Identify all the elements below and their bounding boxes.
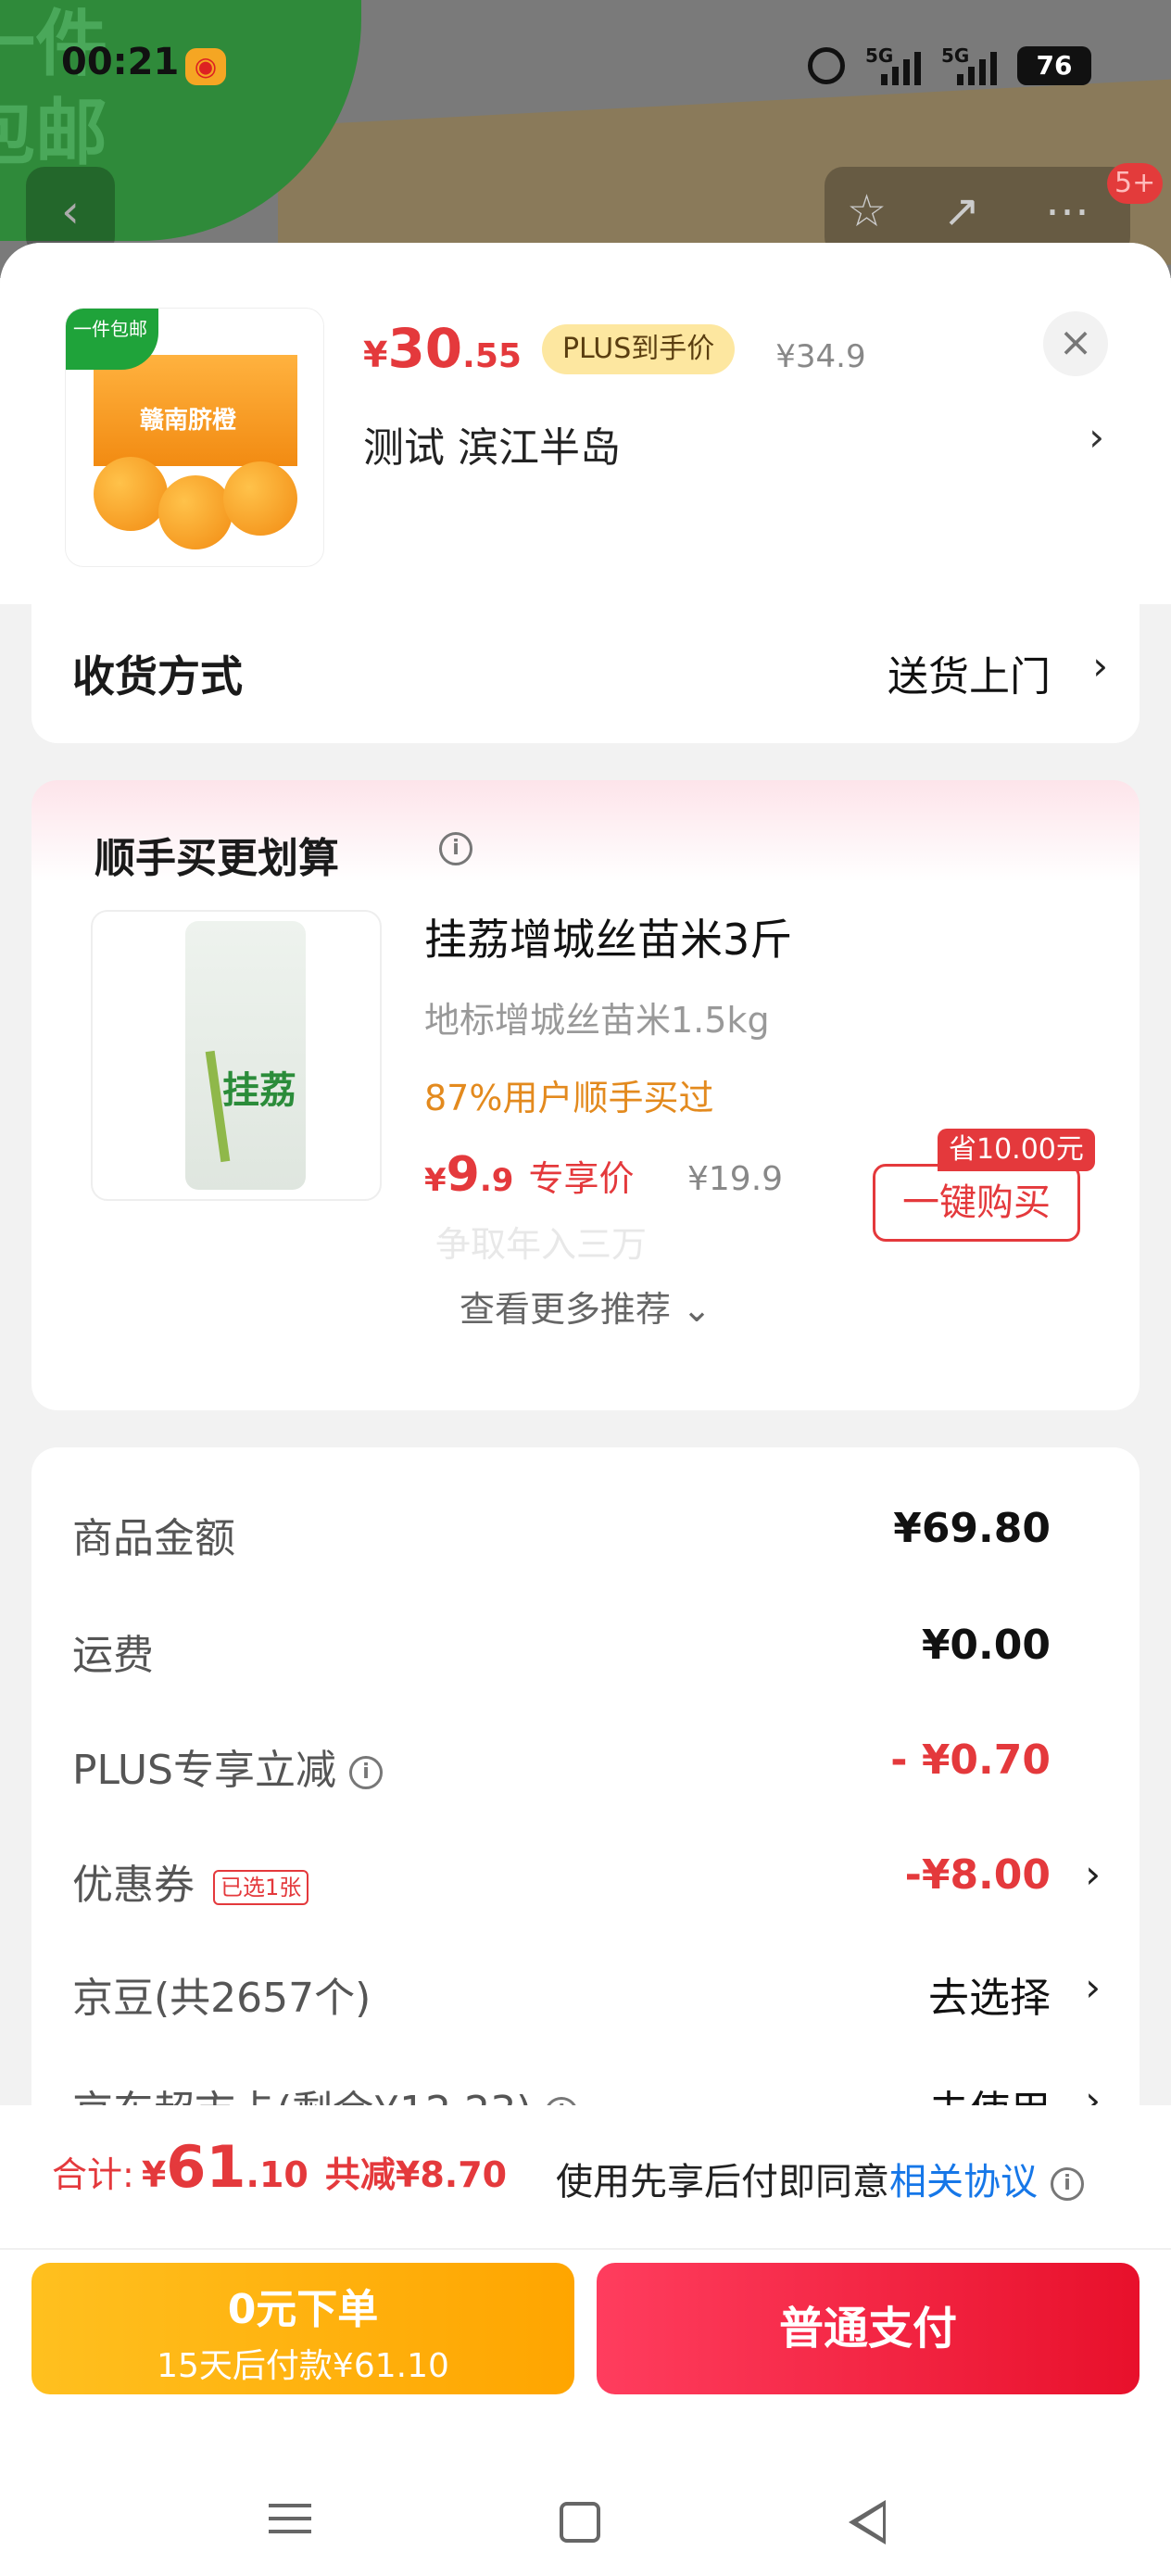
original-price: ¥34.9: [775, 338, 866, 375]
signal-icon-2: 5G: [941, 44, 997, 87]
close-button[interactable]: ×: [1043, 311, 1108, 376]
info-icon[interactable]: i: [1051, 2167, 1084, 2201]
status-icons: 5G 5G 76: [808, 43, 1091, 89]
system-nav-bar: [0, 2467, 1171, 2576]
addon-bought-text: 87%用户顺手买过: [424, 1078, 714, 1118]
address-row[interactable]: 测试 滨江半岛 ›: [363, 414, 1104, 472]
watermark-text: 争取年入三万: [435, 1224, 648, 1265]
addon-item-subtitle: 地标增城丝苗米1.5kg: [424, 1000, 770, 1041]
addon-price: ¥9.9 专享价: [424, 1147, 635, 1203]
orange-image: [158, 475, 233, 549]
status-bar: 00:21 ◉ 5G 5G 76: [0, 0, 1171, 139]
summary-row-coupon[interactable]: 优惠券 已选1张 -¥8.00 ›: [72, 1851, 1101, 1916]
delivery-label: 收货方式: [72, 651, 243, 701]
product-thumbnail[interactable]: 赣南脐橙 一件包邮: [65, 308, 324, 567]
addon-recommendation-card: 顺手买更划算 i 挂荔 挂荔增城丝苗米3斤 地标增城丝苗米1.5kg 87%用户…: [31, 780, 1140, 1410]
product-box-title: 赣南脐橙: [140, 407, 237, 435]
info-icon[interactable]: i: [439, 832, 472, 865]
menu-icon[interactable]: [269, 2494, 324, 2550]
agreement-row: 使用先享后付即同意相关协议 i: [556, 2152, 1084, 2205]
plus-price-badge: PLUS到手价: [541, 324, 736, 374]
signal-icon: 5G: [865, 44, 921, 87]
addon-item-name[interactable]: 挂荔增城丝苗米3斤: [424, 906, 792, 967]
total-row: 合计: ¥61.10 共减¥8.70: [52, 2133, 508, 2201]
orange-image: [223, 461, 297, 536]
addon-item-thumbnail[interactable]: 挂荔: [91, 910, 382, 1201]
addon-title: 顺手买更划算: [94, 835, 339, 882]
total-discount: 共减¥8.70: [324, 2154, 508, 2195]
price-row: ¥30.55 PLUS到手价 ¥34.9: [363, 317, 866, 382]
cart-badge: 5+: [1107, 163, 1164, 204]
home-icon[interactable]: [560, 2502, 600, 2543]
save-amount-badge: 省10.00元: [938, 1129, 1095, 1171]
chevron-right-icon: ›: [1092, 643, 1108, 688]
agreement-link[interactable]: 相关协议: [889, 2161, 1038, 2203]
product-header: 赣南脐橙 一件包邮 ¥30.55 PLUS到手价 ¥34.9 × 测试 滨江半岛…: [0, 243, 1171, 604]
coupon-selected-tag: 已选1张: [213, 1870, 309, 1905]
address-text: 测试 滨江半岛: [363, 424, 621, 472]
weibo-icon: ◉: [185, 48, 226, 85]
bottom-action-bar: 合计: ¥61.10 共减¥8.70 使用先享后付即同意相关协议 i 0元下单 1…: [0, 2105, 1171, 2576]
screen: 一件包邮 ‹ ☆ ↗ ⋯ 5+ 00:21 ◉ 5G 5G 76: [0, 0, 1171, 2576]
normal-pay-button[interactable]: 普通支付: [597, 2263, 1140, 2394]
chevron-right-icon: ›: [1089, 414, 1104, 460]
chevron-right-icon: ›: [1085, 1964, 1101, 2010]
alarm-icon: [808, 47, 845, 84]
product-thumb-tag: 一件包邮: [66, 309, 158, 370]
summary-row-goods-amount: 商品金额 ¥69.80: [72, 1505, 1051, 1562]
info-icon[interactable]: i: [349, 1756, 383, 1789]
buy-now-pay-later-button[interactable]: 0元下单 15天后付款¥61.10: [31, 2263, 574, 2394]
orange-image: [94, 457, 168, 531]
summary-row-plus-discount: PLUS专享立减 i - ¥0.70: [72, 1736, 1051, 1796]
one-click-buy-button[interactable]: 一键购买: [873, 1164, 1080, 1242]
chevron-right-icon: ›: [1085, 1851, 1101, 1897]
addon-original-price: ¥19.9: [687, 1160, 784, 1198]
coupon-label: 优惠券 已选1张: [72, 1851, 309, 1911]
total-label: 合计:: [52, 2154, 134, 2195]
delivery-value: 送货上门: [888, 653, 1051, 701]
summary-row-shipping: 运费 ¥0.00: [72, 1622, 1051, 1679]
battery-icon: 76: [1017, 46, 1091, 85]
back-nav-icon[interactable]: [849, 2500, 886, 2544]
delivery-method-row[interactable]: 收货方式 送货上门 ›: [31, 604, 1140, 743]
rice-bag-text: 挂荔: [222, 1069, 296, 1112]
divider: [0, 2248, 1171, 2250]
status-time: 00:21: [61, 41, 180, 83]
rice-bag-image: 挂荔: [185, 921, 306, 1190]
more-recommendations-link[interactable]: 查看更多推荐 ⌄: [31, 1281, 1140, 1332]
current-price: ¥30.55: [363, 317, 522, 380]
plus-discount-label: PLUS专享立减 i: [72, 1736, 383, 1796]
select-beans-action[interactable]: 去选择: [928, 1964, 1051, 2024]
summary-row-jd-beans[interactable]: 京豆(共2657个) 去选择 ›: [72, 1964, 1101, 2029]
total-amount: 61: [166, 2133, 246, 2201]
